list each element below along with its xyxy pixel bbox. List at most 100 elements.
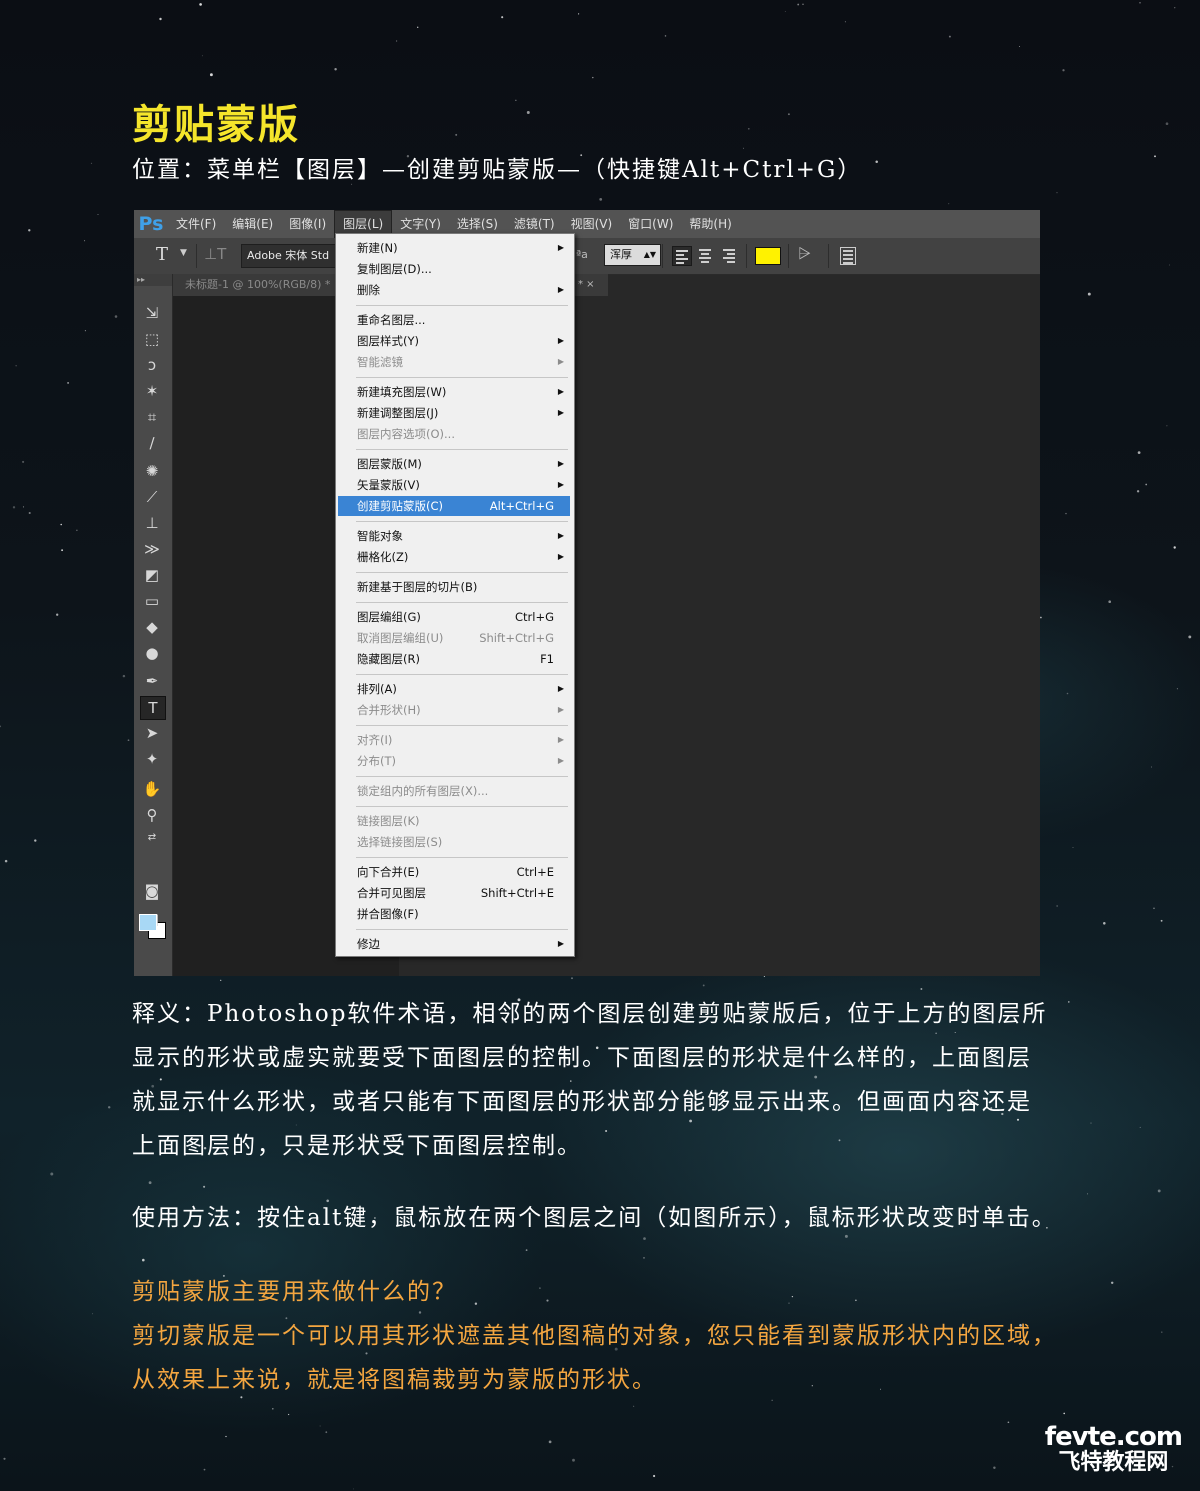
menu-item-shortcut: Alt+Ctrl+G — [489, 499, 554, 513]
menu-item-label: 创建剪贴蒙版(C) — [357, 499, 444, 513]
layer-menu-item[interactable]: 新建基于图层的切片(B) — [338, 577, 570, 597]
layer-menu-item[interactable]: 智能对象 ▶ — [338, 526, 570, 546]
star — [1153, 907, 1155, 910]
crop-tool-icon[interactable]: ⌗ — [140, 406, 164, 428]
eyedropper-icon[interactable]: ∕ — [140, 432, 164, 454]
brush-tool-icon[interactable]: ⟋ — [140, 486, 164, 508]
submenu-arrow-icon: ▶ — [557, 336, 564, 345]
layer-menu-item[interactable]: 排列(A) ▶ — [338, 679, 570, 699]
eraser-icon[interactable]: ◩ — [140, 564, 164, 586]
clone-stamp-icon[interactable]: ⊥ — [140, 512, 164, 534]
marquee-tool-icon[interactable]: ⬚ — [140, 328, 164, 350]
star — [875, 160, 878, 164]
layer-menu-item[interactable]: 矢量蒙版(V) ▶ — [338, 475, 570, 495]
hand-tool-icon[interactable]: ✋ — [140, 778, 164, 800]
menu-window[interactable]: 窗口(W) — [620, 210, 681, 238]
layer-menu-item: 图层内容选项(O)... — [338, 424, 570, 444]
menu-item-label: 图层样式(Y) — [357, 334, 419, 348]
text-orientation-icon[interactable]: ⊥T — [204, 245, 226, 263]
blur-tool-icon[interactable]: ◆ — [140, 616, 164, 638]
stepper-arrows-icon: ▲▼ — [643, 250, 656, 259]
star — [1166, 425, 1168, 427]
layer-menu-item: 分布(T) ▶ — [338, 751, 570, 771]
panel-collapse-icon[interactable]: ▸▸ — [134, 274, 172, 286]
layer-menu-item[interactable]: 图层样式(Y) ▶ — [338, 331, 570, 351]
antialias-select[interactable]: 浑厚 ▲▼ — [604, 244, 661, 266]
menu-item-label: 矢量蒙版(V) — [357, 478, 420, 492]
swap-colors-icon[interactable]: ⇄ — [140, 830, 164, 844]
document-tab-close[interactable]: * × — [574, 274, 608, 296]
menu-edit[interactable]: 编辑(E) — [224, 210, 281, 238]
gradient-tool-icon[interactable]: ▭ — [140, 590, 164, 612]
layer-menu-item[interactable]: 删除 ▶ — [338, 280, 570, 300]
menu-item-label: 图层蒙版(M) — [357, 457, 422, 471]
definition-line: 上面图层的，只是形状受下面图层控制。 — [132, 1133, 582, 1159]
layer-menu-item[interactable]: 向下合并(E) Ctrl+E — [338, 862, 570, 882]
lasso-tool-icon[interactable]: ↄ — [140, 354, 164, 376]
chevron-down-icon[interactable]: ▼ — [180, 248, 187, 258]
star — [1137, 451, 1141, 454]
align-center-button[interactable] — [696, 246, 714, 264]
star — [1165, 122, 1169, 126]
zoom-tool-icon[interactable]: ⚲ — [140, 804, 164, 826]
foreground-color-swatch[interactable] — [139, 914, 157, 931]
menu-separator — [356, 305, 568, 306]
star — [1174, 7, 1176, 9]
layer-menu-item[interactable]: 图层蒙版(M) ▶ — [338, 454, 570, 474]
path-select-icon[interactable]: ➤ — [140, 722, 164, 744]
layer-menu-item[interactable]: 拼合图像(F) — [338, 904, 570, 924]
menu-help[interactable]: 帮助(H) — [681, 210, 739, 238]
magic-wand-icon[interactable]: ✶ — [140, 380, 164, 402]
star — [76, 529, 78, 531]
text-color-swatch[interactable] — [755, 247, 781, 265]
font-family-select[interactable]: Adobe 宋体 Std — [241, 244, 338, 268]
star — [1063, 1412, 1066, 1415]
align-left-icon — [676, 250, 688, 266]
align-left-button[interactable] — [672, 246, 692, 266]
submenu-arrow-icon: ▶ — [557, 480, 564, 489]
star — [28, 229, 31, 232]
layer-menu-item[interactable]: 复制图层(D)... — [338, 259, 570, 279]
layer-menu-item[interactable]: 栅格化(Z) ▶ — [338, 547, 570, 567]
layer-menu-item[interactable]: 修边 ▶ — [338, 934, 570, 954]
history-brush-icon[interactable]: ≫ — [140, 538, 164, 560]
layer-menu-item[interactable]: 新建(N) ▶ — [338, 238, 570, 258]
layer-menu-item[interactable]: 创建剪贴蒙版(C) Alt+Ctrl+G — [338, 496, 570, 516]
star — [592, 76, 594, 79]
menu-item-label: 新建基于图层的切片(B) — [357, 580, 478, 594]
type-tool-icon[interactable]: T — [156, 244, 168, 265]
menu-file[interactable]: 文件(F) — [168, 210, 224, 238]
submenu-arrow-icon: ▶ — [557, 756, 564, 765]
layer-menu-item[interactable]: 图层编组(G) Ctrl+G — [338, 607, 570, 627]
star — [84, 240, 86, 242]
star — [60, 523, 62, 526]
star — [920, 988, 923, 990]
star — [948, 203, 950, 205]
character-panel-icon[interactable] — [840, 247, 856, 265]
layer-menu-item[interactable]: 新建调整图层(J) ▶ — [338, 403, 570, 423]
antialias-icon: ªa — [576, 248, 588, 261]
align-right-button[interactable] — [720, 246, 738, 264]
layer-menu-dropdown: 新建(N) ▶ 复制图层(D)... 删除 ▶ 重命名图层... 图层样式(Y) ▶ 智能滤镜 ▶… — [335, 233, 575, 957]
pen-tool-icon[interactable]: ✒ — [140, 670, 164, 692]
layer-menu-item[interactable]: 新建填充图层(W) ▶ — [338, 382, 570, 402]
menu-item-label: 合并可见图层 — [357, 886, 426, 900]
star — [501, 16, 504, 19]
shape-tool-icon[interactable]: ✦ — [140, 748, 164, 770]
type-tool-icon[interactable]: T — [140, 696, 166, 720]
menu-item-label: 重命名图层... — [357, 313, 426, 327]
healing-brush-icon[interactable]: ✺ — [140, 460, 164, 482]
layer-menu-item[interactable]: 隐藏图层(R) F1 — [338, 649, 570, 669]
dodge-tool-icon[interactable]: ● — [140, 642, 164, 664]
layer-menu-item[interactable]: 重命名图层... — [338, 310, 570, 330]
star — [526, 111, 530, 114]
warp-text-icon[interactable]: ⩥ — [798, 244, 811, 264]
menu-image[interactable]: 图像(I) — [281, 210, 334, 238]
move-tool-icon[interactable]: ⇲ — [140, 302, 164, 324]
star — [396, 40, 398, 42]
quick-mask-icon[interactable]: ◙ — [140, 880, 164, 902]
layer-menu-item[interactable]: 合并可见图层 Shift+Ctrl+E — [338, 883, 570, 903]
menu-item-label: 链接图层(K) — [357, 814, 420, 828]
star — [1139, 1, 1141, 4]
submenu-arrow-icon: ▶ — [557, 705, 564, 714]
